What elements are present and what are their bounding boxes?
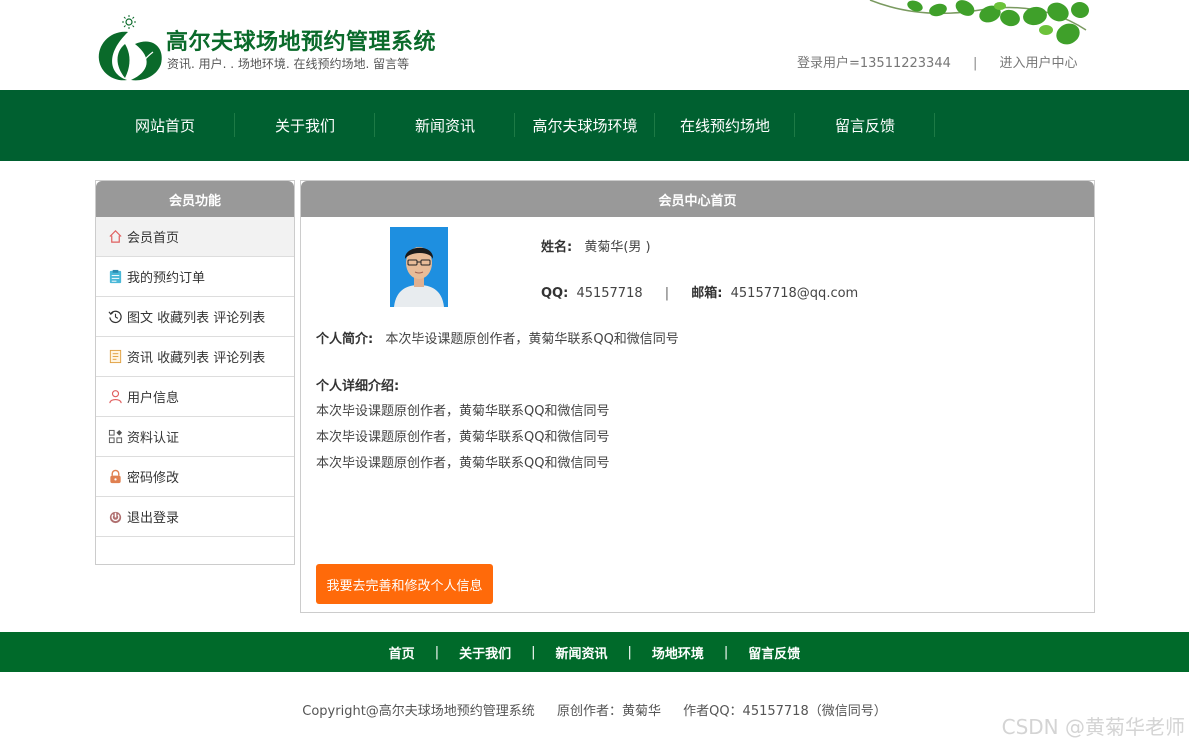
clipboard-icon: [107, 269, 123, 285]
sidebar-item-my-orders[interactable]: 我的预约订单: [96, 257, 294, 297]
sidebar-item-logout[interactable]: 退出登录: [96, 497, 294, 537]
panel-title: 会员中心首页: [301, 181, 1094, 217]
qq-label: QQ:: [541, 286, 569, 301]
footer-link-feedback[interactable]: 留言反馈: [748, 643, 800, 662]
author-qq-text: 作者QQ：45157718（微信同号）: [683, 704, 887, 719]
logo-icon: [98, 15, 162, 81]
sidebar-item-news-favorites[interactable]: 资讯 收藏列表 评论列表: [96, 337, 294, 377]
home-icon: [107, 229, 123, 245]
sidebar-item-user-info[interactable]: 用户信息: [96, 377, 294, 417]
footer-separator: |: [627, 644, 632, 660]
detail-line: 本次毕设课题原创作者，黄菊华联系QQ和微信同号: [316, 430, 610, 445]
sidebar-item-gallery-favorites[interactable]: 图文 收藏列表 评论列表: [96, 297, 294, 337]
member-center-panel: 会员中心首页 姓名: 黄菊华(男 ) QQ: 45157718 | 邮箱: 45…: [300, 180, 1095, 613]
email-label: 邮箱:: [691, 286, 723, 301]
footer-nav: 首页 | 关于我们 | 新闻资讯 | 场地环境 | 留言反馈: [0, 632, 1189, 672]
nav-item-feedback[interactable]: 留言反馈: [795, 90, 935, 161]
nav-item-about[interactable]: 关于我们: [235, 90, 375, 161]
sidebar-item-member-home[interactable]: 会员首页: [96, 217, 294, 257]
sidebar-item-label: 密码修改: [127, 471, 180, 486]
footer-link-about[interactable]: 关于我们: [459, 643, 511, 662]
footer-separator: |: [531, 644, 536, 660]
sidebar-item-label: 会员首页: [127, 231, 180, 246]
sidebar-title: 会员功能: [96, 181, 294, 217]
profile-contact-row: QQ: 45157718 | 邮箱: 45157718@qq.com: [541, 282, 858, 301]
intro-value: 本次毕设课题原创作者，黄菊华联系QQ和微信同号: [385, 332, 679, 347]
nav-item-golf-course[interactable]: 高尔夫球场环境: [515, 90, 655, 161]
user-center-link[interactable]: 进入用户中心: [1000, 56, 1078, 71]
main-nav: 网站首页 关于我们 新闻资讯 高尔夫球场环境 在线预约场地 留言反馈: [0, 90, 1189, 161]
footer-separator: |: [723, 644, 729, 660]
watermark: CSDN @黄菊华老师: [1001, 715, 1185, 739]
sidebar-item-label: 资讯 收藏列表 评论列表: [127, 351, 266, 366]
sidebar-item-label: 图文 收藏列表 评论列表: [127, 311, 266, 326]
intro-label: 个人简介:: [316, 332, 374, 347]
sidebar-item-change-password[interactable]: 密码修改: [96, 457, 294, 497]
detail-line: 本次毕设课题原创作者，黄菊华联系QQ和微信同号: [316, 404, 610, 419]
nav-item-booking[interactable]: 在线预约场地: [655, 90, 795, 161]
grid-icon: [107, 429, 123, 445]
name-label: 姓名:: [541, 240, 573, 255]
history-icon: [107, 309, 123, 325]
sidebar-item-label: 用户信息: [127, 391, 180, 406]
user-bar-separator: |: [973, 56, 978, 71]
login-user-text: 登录用户=13511223344: [797, 56, 951, 71]
document-icon: [107, 349, 123, 365]
member-sidebar: 会员功能 会员首页 我的预约订单 图文 收藏列表 评论列表 资讯 收藏列表 评论…: [95, 180, 295, 565]
nav-item-home[interactable]: 网站首页: [95, 90, 235, 161]
footer-link-news[interactable]: 新闻资讯: [555, 643, 607, 662]
detail-title: 个人详细介绍:: [316, 379, 400, 394]
contact-separator: |: [664, 286, 670, 301]
sidebar-item-label: 退出登录: [127, 511, 180, 526]
lock-icon: [107, 469, 123, 485]
power-icon: [107, 509, 123, 525]
site-title: 高尔夫球场地预约管理系统: [166, 30, 437, 55]
email-value: 45157718@qq.com: [730, 286, 859, 301]
nav-item-news[interactable]: 新闻资讯: [375, 90, 515, 161]
avatar: [390, 227, 448, 307]
sidebar-item-verification[interactable]: 资料认证: [96, 417, 294, 457]
sidebar-item-label: 我的预约订单: [127, 271, 206, 286]
user-icon: [107, 389, 123, 405]
footer-link-venue[interactable]: 场地环境: [652, 643, 704, 662]
site-subtitle: 资讯. 用户. . 场地环境. 在线预约场地. 留言等: [167, 57, 410, 71]
qq-value: 45157718: [576, 286, 643, 301]
name-value: 黄菊华(男 ): [584, 240, 651, 255]
leaves-decoration-icon: [869, 0, 1089, 45]
edit-profile-button[interactable]: 我要去完善和修改个人信息: [316, 564, 493, 604]
footer-link-home[interactable]: 首页: [389, 643, 415, 662]
user-bar: 登录用户=13511223344 | 进入用户中心: [797, 52, 1078, 71]
detail-line: 本次毕设课题原创作者，黄菊华联系QQ和微信同号: [316, 456, 610, 471]
author-text: 原创作者：黄菊华: [556, 704, 661, 719]
copyright-text: Copyright@高尔夫球场地预约管理系统: [302, 704, 535, 719]
site-header: 高尔夫球场地预约管理系统 资讯. 用户. . 场地环境. 在线预约场地. 留言等…: [0, 0, 1189, 90]
profile-name-row: 姓名: 黄菊华(男 ): [541, 236, 651, 255]
sidebar-item-label: 资料认证: [127, 431, 180, 446]
profile-intro: 个人简介: 本次毕设课题原创作者，黄菊华联系QQ和微信同号: [316, 328, 679, 347]
footer-separator: |: [434, 644, 440, 660]
